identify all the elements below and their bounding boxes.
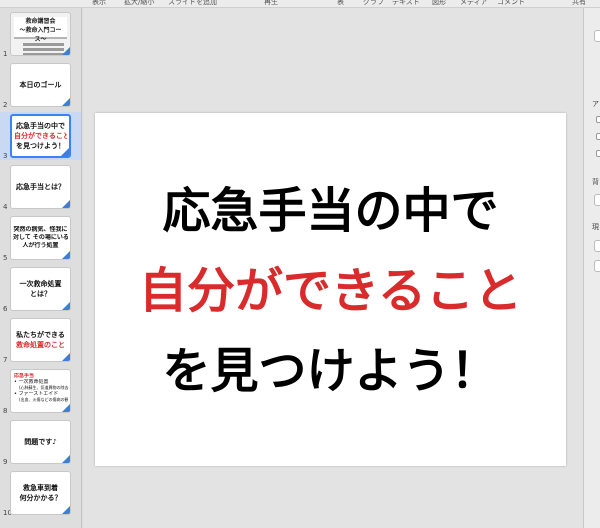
- slide-thumbnail-6[interactable]: 6 一次救命処置 とは？: [0, 265, 81, 313]
- thumb-text: 私たちができる: [16, 331, 65, 339]
- thumb-lines: 一次救命処置 とは？: [13, 279, 68, 299]
- thumb-list: 応急手当 • 一次救命処置 (心肺蘇生、気道異物の除去) • ファーストエイド (出血、…: [14, 373, 68, 403]
- inspector-checkbox[interactable]: [596, 150, 600, 157]
- title-meta-lines: [23, 43, 64, 55]
- slide-number: 9: [3, 458, 8, 466]
- inspector-checkbox[interactable]: [596, 133, 600, 140]
- slide-thumbnail-3[interactable]: 3 応急手当の中で 自分ができること を見つけよう！: [0, 112, 81, 160]
- toolbar-item[interactable]: メディア: [460, 0, 488, 7]
- slide-preview[interactable]: 本日のゴール: [10, 63, 71, 107]
- corner-triangle-icon: [62, 506, 70, 514]
- slide-preview[interactable]: 私たちができる 救命処置のこと: [10, 318, 71, 362]
- slide-preview[interactable]: 問題です♪: [10, 420, 71, 464]
- slide-preview[interactable]: 一次救命処置 とは？: [10, 267, 71, 311]
- toolbar-item[interactable]: 再生: [264, 0, 278, 7]
- slide-thumbnail-5[interactable]: 5 突然の病気、怪我に 対して その場にいる 人が行う処置: [0, 214, 81, 262]
- title-band: 救命講習会〜救命入門コース〜: [14, 17, 67, 43]
- format-inspector: ア 背 現: [583, 8, 600, 528]
- thumb-lines: 応急手当とは？: [13, 182, 68, 192]
- slide-number: 6: [3, 305, 8, 313]
- slide-canvas: 応急手当の中で 自分ができること を見つけよう！: [83, 8, 583, 528]
- thumb-text: 応急手当の中で: [16, 122, 65, 130]
- toolbar-item[interactable]: グラフ: [363, 0, 384, 7]
- corner-triangle-icon: [62, 47, 70, 55]
- corner-triangle-icon: [62, 353, 70, 361]
- slide-number: 1: [3, 50, 8, 58]
- toolbar-item[interactable]: テキスト: [392, 0, 420, 7]
- toolbar-item[interactable]: 図形: [432, 0, 446, 7]
- corner-triangle-icon: [62, 98, 70, 106]
- corner-triangle-icon: [61, 148, 69, 156]
- thumb-text: 応急手当とは？: [16, 183, 65, 191]
- toolbar: 表示 拡大/縮小 スライドを追加 再生 表 グラフ テキスト 図形 メディア コメント 共有: [0, 0, 600, 8]
- slide-line-3[interactable]: を見つけよう！: [95, 343, 566, 399]
- toolbar-item[interactable]: 表示: [92, 0, 106, 7]
- slide-number: 8: [3, 407, 8, 415]
- slide-preview[interactable]: 応急手当の中で 自分ができること を見つけよう！: [10, 114, 71, 158]
- thumb-text: 救命講習会: [25, 18, 56, 25]
- thumb-text: 救命処置のこと: [16, 341, 65, 349]
- thumb-text: 〜救命入門コース〜: [19, 27, 62, 43]
- slide-thumbnail-9[interactable]: 9 問題です♪: [0, 418, 81, 466]
- toolbar-item[interactable]: 拡大/縮小: [124, 0, 154, 7]
- thumb-text: 問題です♪: [24, 438, 57, 446]
- slide-thumbnail-10[interactable]: 10 救急車到着 何分かかる？: [0, 469, 81, 517]
- slide-preview[interactable]: 救急車到着何分かかる？: [10, 471, 71, 515]
- slide-line-2[interactable]: 自分ができること: [95, 263, 566, 319]
- thumb-text: 救急車到着: [23, 484, 58, 492]
- inspector-checkbox[interactable]: [596, 116, 600, 123]
- thumb-text: 突然の病気、怪我に: [13, 226, 68, 233]
- thumb-text: を見つけよう！: [16, 142, 65, 150]
- thumb-text: (出血、火傷などの傷病の観察等): [19, 397, 68, 402]
- thumb-text: 何分かかる？: [19, 494, 62, 502]
- toolbar-item[interactable]: スライドを追加: [168, 0, 217, 7]
- slide-number: 7: [3, 356, 8, 364]
- inspector-label-b: 背: [592, 178, 599, 186]
- slide-preview[interactable]: 応急手当とは？: [10, 165, 71, 209]
- thumb-text: 一次救命処置: [19, 280, 62, 288]
- inspector-control[interactable]: [594, 260, 600, 272]
- slide-number: 4: [3, 203, 8, 211]
- thumb-text: 人が行う処置: [22, 242, 59, 249]
- slide-thumbnail-4[interactable]: 4 応急手当とは？: [0, 163, 81, 211]
- thumb-lines: 本日のゴール: [13, 80, 68, 90]
- slide-preview[interactable]: 救命講習会〜救命入門コース〜: [10, 12, 71, 56]
- inspector-label-a: ア: [592, 100, 599, 108]
- slide-number: 3: [3, 152, 8, 160]
- corner-triangle-icon: [62, 404, 70, 412]
- slide-preview[interactable]: 応急手当 • 一次救命処置 (心肺蘇生、気道異物の除去) • ファーストエイド (出血、…: [10, 369, 71, 413]
- toolbar-item[interactable]: 表: [337, 0, 344, 7]
- slide-line-1[interactable]: 応急手当の中で: [95, 183, 566, 239]
- thumb-text: 対して その場にいる: [13, 234, 68, 241]
- thumb-text: 本日のゴール: [19, 81, 62, 89]
- style-preview-box[interactable]: [594, 30, 600, 42]
- slide-thumbnail-8[interactable]: 8 応急手当 • 一次救命処置 (心肺蘇生、気道異物の除去) • ファーストエイド (出血…: [0, 367, 81, 415]
- inspector-label-c: 現: [592, 223, 599, 231]
- toolbar-item[interactable]: コメント: [497, 0, 525, 7]
- thumb-lines: 私たちができる 救命処置のこと: [13, 330, 68, 350]
- thumb-text: 自分ができること: [14, 132, 67, 140]
- slide-number: 5: [3, 254, 8, 262]
- slide-thumbnail-7[interactable]: 7 私たちができる 救命処置のこと: [0, 316, 81, 364]
- inspector-control[interactable]: [594, 240, 600, 252]
- slide-preview[interactable]: 突然の病気、怪我に 対して その場にいる 人が行う処置: [10, 216, 71, 260]
- current-slide[interactable]: 応急手当の中で 自分ができること を見つけよう！: [95, 113, 566, 466]
- thumb-lines: 応急手当の中で 自分ができること を見つけよう！: [14, 121, 67, 151]
- slide-thumbnail-1[interactable]: 1 救命講習会〜救命入門コース〜: [0, 10, 81, 58]
- thumb-lines: 問題です♪: [13, 437, 68, 447]
- slide-navigator[interactable]: 1 救命講習会〜救命入門コース〜 2 本日のゴール 3 応急手当の中で 自分ができること を見…: [0, 8, 82, 528]
- slide-number: 2: [3, 101, 8, 109]
- thumb-lines: 救急車到着何分かかる？: [13, 483, 68, 503]
- background-control[interactable]: [594, 194, 600, 206]
- corner-triangle-icon: [62, 302, 70, 310]
- corner-triangle-icon: [62, 251, 70, 259]
- toolbar-item[interactable]: 共有: [572, 0, 586, 7]
- corner-triangle-icon: [62, 455, 70, 463]
- thumb-lines: 突然の病気、怪我に 対して その場にいる 人が行う処置: [13, 226, 68, 250]
- corner-triangle-icon: [62, 200, 70, 208]
- slide-thumbnail-2[interactable]: 2 本日のゴール: [0, 61, 81, 109]
- thumb-text: とは？: [30, 290, 51, 298]
